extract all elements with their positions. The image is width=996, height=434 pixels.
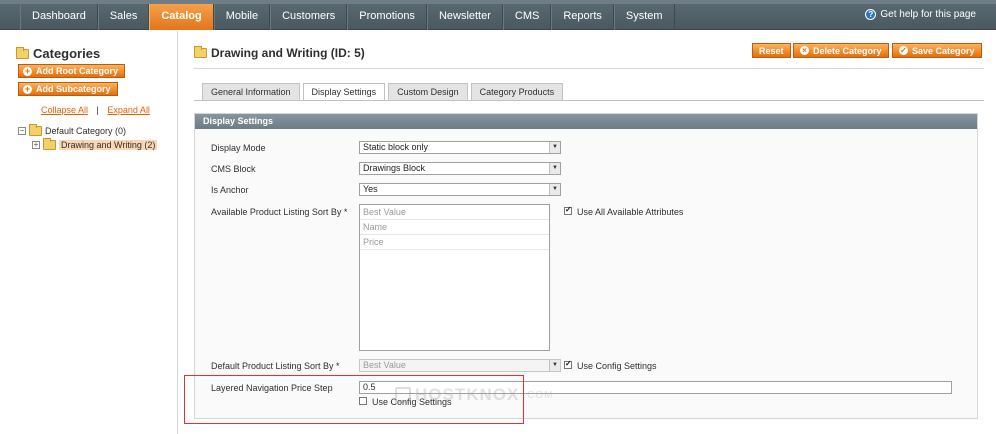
default-sort-select[interactable]: Best Value ▼: [359, 359, 561, 372]
chevron-down-icon: ▼: [549, 142, 560, 153]
is-anchor-select[interactable]: Yes ▼: [359, 183, 561, 196]
tab-category-products[interactable]: Category Products: [470, 83, 564, 100]
display-mode-select[interactable]: Static block only ▼: [359, 141, 561, 154]
nav-system[interactable]: System: [613, 4, 675, 30]
watermark-suffix: .COM: [523, 389, 554, 401]
tab-general-information[interactable]: General Information: [202, 83, 300, 100]
sort-option[interactable]: Best Value: [360, 205, 549, 220]
cms-block-label: CMS Block: [211, 164, 256, 174]
chevron-down-icon: ▼: [549, 360, 560, 371]
category-tree: − Default Category (0) + Drawing and Wri…: [18, 124, 158, 152]
tree-node-label: Default Category (0): [45, 126, 127, 136]
main-menu: Dashboard Sales Catalog Mobile Customers…: [20, 4, 675, 30]
folder-icon: [29, 124, 42, 136]
reset-button[interactable]: Reset: [752, 43, 791, 58]
watermark-logo-icon: [395, 387, 411, 403]
tree-node-label: Drawing and Writing (2): [59, 140, 158, 150]
chevron-down-icon: ▼: [549, 163, 560, 174]
expand-all-link[interactable]: Expand All: [107, 105, 150, 115]
folder-icon: [16, 46, 29, 59]
sort-option[interactable]: Price: [360, 235, 549, 250]
expand-toggle-icon[interactable]: +: [32, 141, 40, 149]
display-mode-label: Display Mode: [211, 143, 266, 153]
nav-newsletter[interactable]: Newsletter: [426, 4, 503, 30]
delete-category-label: Delete Category: [813, 45, 882, 56]
nav-mobile[interactable]: Mobile: [213, 4, 271, 30]
section-title: Display Settings: [195, 114, 977, 129]
nav-cms[interactable]: CMS: [502, 4, 552, 30]
is-anchor-value: Yes: [363, 184, 378, 194]
tab-custom-design[interactable]: Custom Design: [388, 83, 468, 100]
header-divider: [194, 68, 984, 69]
is-anchor-label: Is Anchor: [211, 185, 249, 195]
category-edit-main: Drawing and Writing (ID: 5) Reset × Dele…: [194, 31, 984, 434]
nav-promotions[interactable]: Promotions: [347, 4, 427, 30]
sort-by-label: Available Product Listing Sort By *: [211, 207, 348, 217]
cms-block-value: Drawings Block: [363, 163, 426, 173]
help-icon: ?: [865, 9, 877, 20]
default-sort-use-config-checkbox[interactable]: [564, 359, 572, 369]
nav-catalog[interactable]: Catalog: [149, 4, 214, 30]
top-nav-bar: Dashboard Sales Catalog Mobile Customers…: [0, 0, 996, 30]
categories-title: Categories: [16, 46, 100, 61]
folder-icon: [43, 138, 56, 150]
page-title-label: Drawing and Writing (ID: 5): [211, 46, 365, 60]
tree-links: Collapse All | Expand All: [41, 105, 150, 115]
default-sort-label: Default Product Listing Sort By *: [211, 361, 340, 371]
save-category-label: Save Category: [912, 45, 975, 56]
nav-dashboard[interactable]: Dashboard: [20, 4, 98, 30]
tree-node-default-category[interactable]: − Default Category (0): [18, 124, 157, 138]
link-separator: |: [96, 105, 99, 115]
save-category-button[interactable]: ✓ Save Category: [892, 43, 982, 58]
categories-title-label: Categories: [33, 46, 101, 61]
tree-node-drawing-and-writing[interactable]: + Drawing and Writing (2): [32, 138, 158, 152]
cms-block-select[interactable]: Drawings Block ▼: [359, 162, 561, 175]
category-tabs: General Information Display Settings Cus…: [202, 83, 564, 101]
add-subcategory-label: Add Subcategory: [36, 84, 111, 94]
tab-divider: [194, 100, 984, 101]
watermark: HOSTKNOX .COM: [395, 385, 553, 405]
add-root-category-label: Add Root Category: [36, 66, 118, 76]
default-sort-value: Best Value: [363, 360, 406, 370]
plus-icon: +: [23, 65, 32, 76]
display-settings-section: Display Settings Display Mode Static blo…: [194, 113, 978, 419]
nav-customers[interactable]: Customers: [270, 4, 348, 30]
add-subcategory-button[interactable]: + Add Subcategory: [18, 82, 118, 96]
help-link[interactable]: ? Get help for this page: [865, 9, 976, 20]
collapse-toggle-icon[interactable]: −: [18, 127, 26, 135]
folder-icon: [194, 46, 207, 58]
page-title: Drawing and Writing (ID: 5): [194, 46, 365, 60]
categories-sidebar: Categories + Add Root Category + Add Sub…: [0, 31, 178, 434]
tab-display-settings[interactable]: Display Settings: [302, 83, 386, 101]
plus-icon: +: [23, 83, 32, 94]
sort-option[interactable]: Name: [360, 220, 549, 235]
use-all-attributes-label: Use All Available Attributes: [577, 207, 684, 217]
display-mode-value: Static block only: [363, 142, 429, 152]
delete-icon: ×: [800, 46, 809, 55]
default-sort-use-config-label: Use Config Settings: [577, 361, 657, 371]
chevron-down-icon: ▼: [549, 184, 560, 195]
use-all-attributes-checkbox[interactable]: [564, 205, 572, 215]
collapse-all-link[interactable]: Collapse All: [41, 105, 88, 115]
help-label: Get help for this page: [880, 9, 976, 20]
delete-category-button[interactable]: × Delete Category: [793, 43, 889, 58]
nav-sales[interactable]: Sales: [97, 4, 150, 30]
save-icon: ✓: [899, 46, 908, 55]
nav-reports[interactable]: Reports: [551, 4, 614, 30]
add-root-category-button[interactable]: + Add Root Category: [18, 64, 125, 78]
sort-by-multiselect[interactable]: Best Value Name Price: [359, 204, 550, 351]
watermark-brand: HOSTKNOX: [415, 385, 520, 404]
